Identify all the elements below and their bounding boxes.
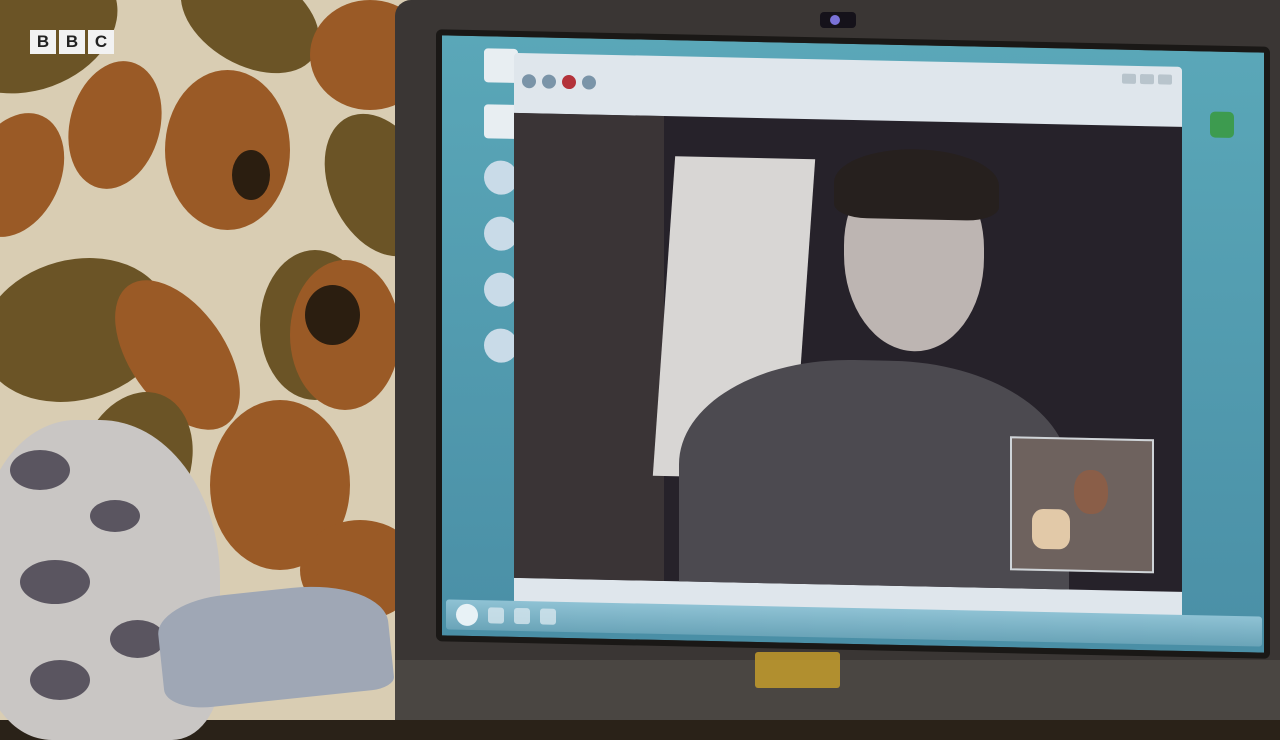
- caller-hair: [834, 147, 999, 222]
- folder-icon[interactable]: [514, 607, 530, 625]
- window-controls: [1122, 73, 1172, 85]
- bbc-logo: B B C: [30, 30, 114, 54]
- logo-letter-b2: B: [59, 30, 85, 54]
- self-view-face: [1074, 469, 1108, 515]
- globe-icon[interactable]: [484, 272, 518, 307]
- webcam-lens: [830, 15, 840, 25]
- folder-icon[interactable]: [484, 104, 518, 139]
- media-icon[interactable]: [484, 328, 518, 363]
- self-view-video[interactable]: [1010, 436, 1154, 574]
- curtain: [514, 112, 664, 582]
- browser-icon[interactable]: [488, 607, 504, 624]
- computer-icon[interactable]: [484, 48, 518, 83]
- media-bar: [755, 652, 840, 688]
- chat-toolbar: [514, 53, 1182, 123]
- self-view-lamp: [1032, 508, 1070, 550]
- start-orb-icon[interactable]: [456, 603, 478, 627]
- logo-letter-b1: B: [30, 30, 56, 54]
- contact-icon[interactable]: [522, 74, 536, 89]
- network-share-icon[interactable]: [484, 216, 518, 251]
- logo-letter-c: C: [88, 30, 114, 54]
- back-icon[interactable]: [542, 74, 556, 89]
- minimize-button[interactable]: [1122, 73, 1136, 84]
- record-icon[interactable]: [562, 74, 576, 90]
- settings-icon[interactable]: [582, 75, 596, 90]
- app-tray-icon[interactable]: [1210, 111, 1234, 138]
- laptop-screen: [436, 29, 1270, 659]
- network-icon[interactable]: [484, 160, 518, 195]
- messenger-icon[interactable]: [540, 608, 556, 625]
- video-chat-window: [514, 52, 1182, 627]
- maximize-button[interactable]: [1140, 74, 1154, 85]
- close-button[interactable]: [1158, 74, 1172, 85]
- remote-video: [514, 112, 1182, 592]
